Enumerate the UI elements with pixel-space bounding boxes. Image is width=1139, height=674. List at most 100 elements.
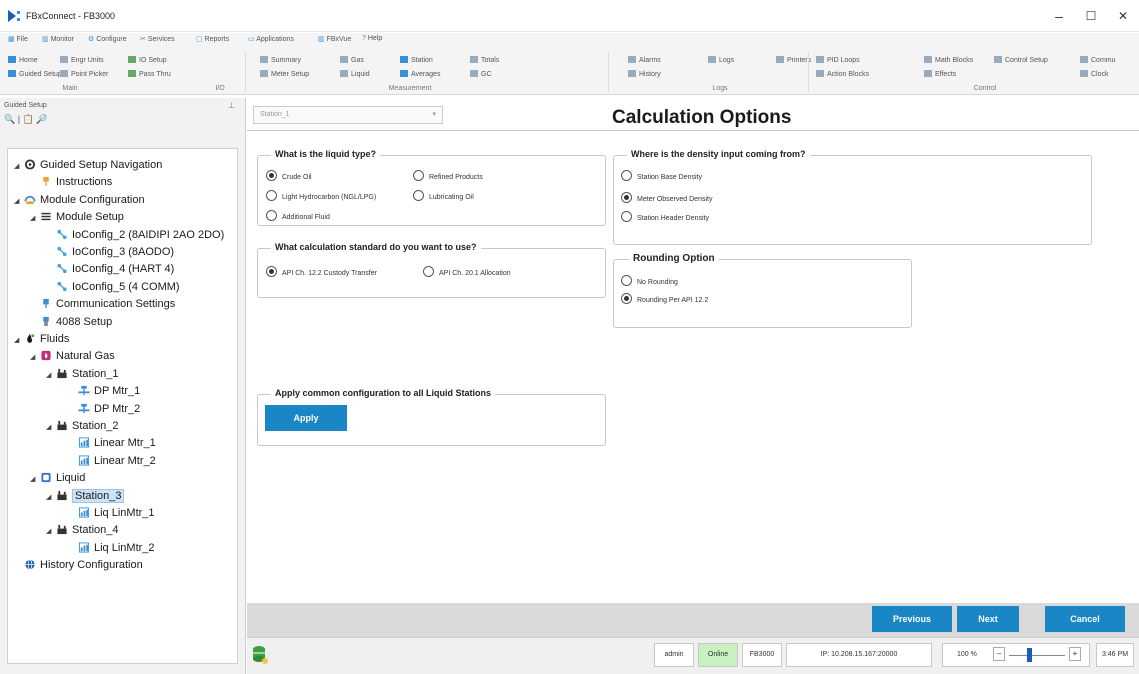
- tree-expander-icon[interactable]: ◢: [30, 210, 40, 227]
- panel-toolbar[interactable]: 🔍 | 📋 🔎: [4, 114, 47, 125]
- ribbon-home[interactable]: Home: [8, 56, 38, 64]
- ribbon-control-setup[interactable]: Control Setup: [994, 56, 1048, 64]
- radio-station-header-density[interactable]: Station Header Density: [621, 211, 709, 222]
- tree-item[interactable]: ◢ Fluids: [14, 331, 69, 348]
- ribbon-pass-thru[interactable]: Pass Thru: [128, 70, 171, 78]
- menu-fbxvue[interactable]: ▥ FBxVue: [318, 35, 351, 43]
- ribbon-guided-setup[interactable]: Guided Setup: [8, 70, 62, 78]
- ribbon-averages[interactable]: Averages: [400, 70, 440, 78]
- gear-icon: [24, 159, 40, 171]
- ribbon-pid-loops[interactable]: PID Loops: [816, 56, 860, 64]
- close-button[interactable]: ✕: [1108, 4, 1138, 28]
- radio-api-20-1[interactable]: API Ch. 20.1 Allocation: [423, 266, 511, 277]
- tree-item[interactable]: DP Mtr_2: [68, 401, 140, 418]
- tree-item[interactable]: ◢ Natural Gas: [30, 348, 115, 365]
- zoom-slider-thumb[interactable]: [1026, 648, 1032, 662]
- zoom-out-button[interactable]: –: [993, 647, 1005, 661]
- maximize-button[interactable]: ☐: [1076, 4, 1106, 28]
- tree-item[interactable]: History Configuration: [14, 557, 143, 574]
- tree-expander-icon[interactable]: ◢: [14, 158, 24, 175]
- tree-item[interactable]: ◢ Module Configuration: [14, 192, 145, 209]
- radio-button: [621, 293, 632, 304]
- radio-button: [266, 210, 277, 221]
- tree-item[interactable]: ◢ Liquid: [30, 470, 85, 487]
- radio-meter-observed-density[interactable]: Meter Observed Density: [621, 192, 712, 203]
- ribbon-clock[interactable]: Clock: [1080, 70, 1109, 78]
- liquid-icon: [40, 472, 56, 484]
- apply-button[interactable]: Apply: [265, 405, 347, 431]
- alarms-icon: [628, 56, 636, 63]
- ribbon-gas[interactable]: Gas: [340, 56, 364, 64]
- tree-item[interactable]: IoConfig_5 (4 COMM): [46, 279, 180, 296]
- menu-services[interactable]: ✂ Services: [140, 35, 175, 43]
- station-select[interactable]: Station_1 ▾: [253, 106, 443, 124]
- tree-item[interactable]: Liq LinMtr_1: [68, 505, 155, 522]
- ribbon-math-blocks[interactable]: Math Blocks: [924, 56, 973, 64]
- ribbon-totals[interactable]: Totals: [470, 56, 499, 64]
- ribbon-station[interactable]: Station: [400, 56, 433, 64]
- tree-item[interactable]: ◢ Station_3: [46, 488, 125, 506]
- ribbon-meter-setup[interactable]: Meter Setup: [260, 70, 309, 78]
- zoom-slider-track[interactable]: [1009, 655, 1065, 656]
- tree-expander-icon[interactable]: ◢: [46, 367, 56, 384]
- radio-refined-products[interactable]: Refined Products: [413, 170, 483, 181]
- tree-expander-icon[interactable]: ◢: [30, 471, 40, 488]
- tree-item[interactable]: Liq LinMtr_2: [68, 540, 155, 557]
- pin-icon[interactable]: ⊥: [228, 101, 235, 110]
- ribbon-history[interactable]: History: [628, 70, 661, 78]
- next-button[interactable]: Next: [957, 606, 1019, 632]
- radio-lubricating-oil[interactable]: Lubricating Oil: [413, 190, 474, 201]
- radio-rounding-api-12-2[interactable]: Rounding Per API 12.2: [621, 293, 708, 304]
- ribbon-summary[interactable]: Summary: [260, 56, 301, 64]
- previous-button[interactable]: Previous: [872, 606, 952, 632]
- tree-item[interactable]: Linear Mtr_1: [68, 435, 156, 452]
- tree-expander-icon[interactable]: ◢: [14, 332, 24, 349]
- tree-item[interactable]: 4088 Setup: [30, 314, 112, 331]
- ribbon-action-blocks[interactable]: Action Blocks: [816, 70, 869, 78]
- tree-expander-icon[interactable]: ◢: [30, 349, 40, 366]
- tree-item[interactable]: ◢ Station_4: [46, 522, 118, 539]
- radio-additional-fluid[interactable]: Additional Fluid: [266, 210, 330, 221]
- radio-station-base-density[interactable]: Station Base Density: [621, 170, 702, 181]
- tree-expander-icon[interactable]: ◢: [14, 193, 24, 210]
- ribbon-engr-units[interactable]: Engr Units: [60, 56, 104, 64]
- ribbon-alarms[interactable]: Alarms: [628, 56, 661, 64]
- tree-item[interactable]: ◢ Station_2: [46, 418, 118, 435]
- cancel-button[interactable]: Cancel: [1045, 606, 1125, 632]
- tree-item[interactable]: Communication Settings: [30, 296, 175, 313]
- tree-expander-icon[interactable]: ◢: [46, 419, 56, 436]
- tree-item[interactable]: Linear Mtr_2: [68, 453, 156, 470]
- tree-item[interactable]: IoConfig_3 (8AODO): [46, 244, 174, 261]
- ribbon-point-picker[interactable]: Point Picker: [60, 70, 108, 78]
- tree-item[interactable]: DP Mtr_1: [68, 383, 140, 400]
- minimize-button[interactable]: –: [1044, 4, 1074, 28]
- ribbon-gc[interactable]: GC: [470, 70, 492, 78]
- menu-applications[interactable]: ▭ Applications: [248, 35, 294, 43]
- menu-file[interactable]: ▦ File: [8, 35, 28, 43]
- station-icon: [56, 420, 72, 432]
- tree-item[interactable]: ◢ Module Setup: [30, 209, 124, 226]
- tree-item[interactable]: Instructions: [30, 174, 112, 191]
- zoom-in-button[interactable]: +: [1069, 647, 1081, 661]
- tree-item[interactable]: IoConfig_4 (HART 4): [46, 261, 174, 278]
- tree-expander-icon[interactable]: ◢: [46, 523, 56, 540]
- ribbon-liquid[interactable]: Liquid: [340, 70, 370, 78]
- tree-item[interactable]: IoConfig_2 (8AIDIPI 2AO 2DO): [46, 227, 224, 244]
- ribbon-effects[interactable]: Effects: [924, 70, 956, 78]
- radio-no-rounding[interactable]: No Rounding: [621, 275, 678, 286]
- menu-reports[interactable]: ▢ Reports: [196, 35, 229, 43]
- radio-api-12-2[interactable]: API Ch. 12.2 Custody Transfer: [266, 266, 377, 277]
- menu-configure[interactable]: ⚙ Configure: [88, 35, 127, 43]
- tree-expander-icon[interactable]: ◢: [46, 489, 56, 506]
- menu-monitor[interactable]: ▥ Monitor: [42, 35, 74, 43]
- tree-item[interactable]: ◢ Guided Setup Navigation: [14, 157, 162, 174]
- radio-light-hydrocarbon[interactable]: Light Hydrocarbon (NGL/LPG): [266, 190, 376, 201]
- tree-item[interactable]: ◢ Station_1: [46, 366, 118, 383]
- station-select-value: Station_1: [260, 111, 290, 118]
- menu-help[interactable]: ? Help: [362, 35, 382, 42]
- ribbon-logs[interactable]: Logs: [708, 56, 734, 64]
- ribbon-printers[interactable]: Printers: [776, 56, 811, 64]
- ribbon-io-setup[interactable]: IO Setup: [128, 56, 167, 64]
- ribbon-communications[interactable]: Commu: [1080, 56, 1116, 64]
- radio-crude-oil[interactable]: Crude Oil: [266, 170, 312, 181]
